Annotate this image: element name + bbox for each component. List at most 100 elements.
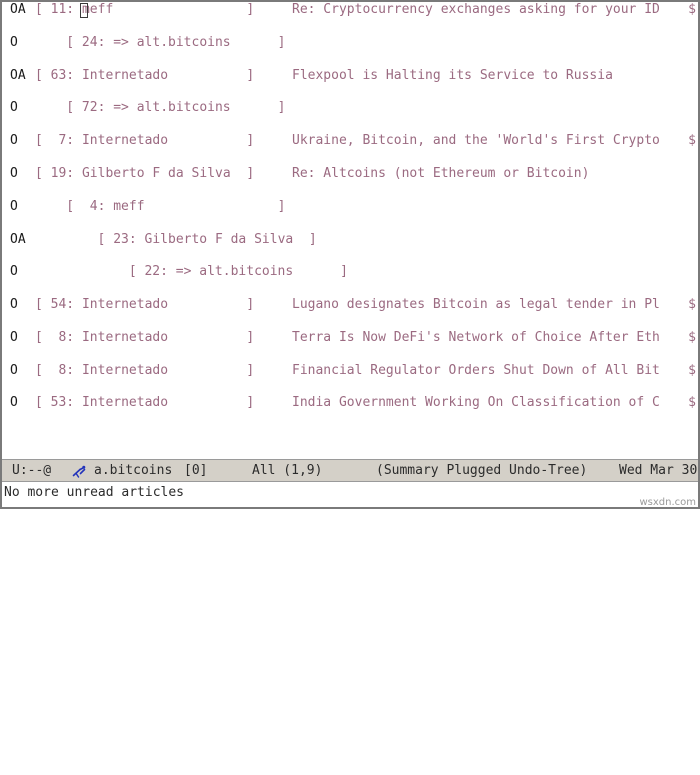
- gnus-icon: [72, 465, 86, 478]
- close-bracket: ]: [246, 165, 255, 181]
- article-author: => alt.bitcoins: [175, 264, 294, 280]
- article-author: Internetado: [81, 362, 169, 378]
- close-bracket: ]: [277, 34, 286, 50]
- author-padding: [293, 264, 340, 279]
- article-number: 19:: [42, 165, 82, 181]
- summary-row[interactable]: O [ 8: Internetado ] Financial Regulator O…: [2, 363, 698, 379]
- article-author: Gilberto F da Silva: [144, 231, 294, 247]
- author-padding: [168, 330, 246, 345]
- summary-row[interactable]: O [ 54: Internetado ] Lugano designates Bi…: [2, 297, 698, 313]
- summary-buffer[interactable]: OA [ 11: meff ] Re: Cryptocurrency exchang…: [2, 2, 698, 458]
- article-author-field: [ 11: meff ]: [35, 2, 254, 18]
- close-bracket: ]: [246, 329, 255, 345]
- author-padding: [113, 2, 246, 17]
- article-number: 4:: [74, 198, 114, 214]
- article-mark: O: [10, 165, 18, 181]
- summary-row[interactable]: O [ 4: meff ]: [2, 199, 698, 215]
- article-subject: Terra Is Now DeFi's Network of Choice Af…: [292, 329, 660, 345]
- close-bracket: ]: [277, 100, 286, 116]
- article-author-field: [ 23: Gilberto F da Silva ]: [98, 232, 317, 248]
- article-mark: O: [10, 264, 18, 280]
- modeline-buffer-name: a.bitcoins: [94, 463, 173, 478]
- article-author-field: [ 24: => alt.bitcoins ]: [66, 35, 285, 51]
- summary-row[interactable]: OA [ 63: Internetado ] Flexpool is Halting…: [2, 68, 698, 84]
- article-number: 11:: [42, 2, 82, 17]
- close-bracket: ]: [246, 67, 255, 83]
- truncation-marker: $: [688, 2, 696, 17]
- article-author: meff: [113, 198, 145, 214]
- article-author-field: [ 19: Gilberto F da Silva ]: [35, 166, 254, 182]
- close-bracket: ]: [246, 133, 255, 149]
- article-number: 54:: [42, 297, 82, 313]
- summary-row[interactable]: OA [ 23: Gilberto F da Silva ]: [2, 232, 698, 248]
- article-author: Internetado: [81, 133, 169, 149]
- summary-row[interactable]: O [ 7: Internetado ] Ukraine, Bitcoin, and…: [2, 133, 698, 149]
- emacs-frame: OA [ 11: meff ] Re: Cryptocurrency exchang…: [0, 0, 700, 509]
- summary-row[interactable]: O [ 72: => alt.bitcoins ]: [2, 100, 698, 116]
- author-padding: [293, 232, 309, 247]
- article-mark: O: [10, 395, 18, 411]
- article-mark: O: [10, 329, 18, 345]
- article-mark: O: [10, 198, 18, 214]
- article-author-field: [ 63: Internetado ]: [35, 68, 254, 84]
- truncation-marker: $: [688, 362, 696, 378]
- modeline-unread-count: [0]: [184, 463, 208, 478]
- article-number: 63:: [42, 67, 82, 83]
- article-author-field: [ 8: Internetado ]: [35, 363, 254, 379]
- author-padding: [168, 133, 246, 148]
- article-mark: OA: [10, 67, 26, 83]
- article-number: 8:: [42, 329, 82, 345]
- article-mark: O: [10, 362, 18, 378]
- article-mark: OA: [10, 231, 26, 247]
- summary-row[interactable]: O [ 19: Gilberto F da Silva ] Re: Altcoins…: [2, 166, 698, 182]
- article-number: 24:: [74, 34, 114, 50]
- close-bracket: ]: [246, 395, 255, 411]
- open-bracket: [: [35, 297, 43, 313]
- close-bracket: ]: [277, 198, 286, 214]
- article-number: 8:: [42, 362, 82, 378]
- article-author: Internetado: [81, 67, 169, 83]
- open-bracket: [: [35, 362, 43, 378]
- article-number: 7:: [42, 133, 82, 149]
- truncation-marker: $: [688, 297, 696, 313]
- close-bracket: ]: [308, 231, 317, 247]
- article-author-field: [ 4: meff ]: [66, 199, 285, 215]
- summary-row[interactable]: O [ 53: Internetado ] India Government Wor…: [2, 395, 698, 411]
- article-author: Internetado: [81, 297, 169, 313]
- truncation-marker: $: [688, 133, 696, 149]
- article-author-field: [ 7: Internetado ]: [35, 133, 254, 149]
- summary-row[interactable]: O [ 22: => alt.bitcoins ]: [2, 264, 698, 280]
- article-author: Gilberto F da Silva: [81, 165, 231, 181]
- article-subject: Lugano designates Bitcoin as legal tende…: [292, 297, 660, 313]
- summary-row[interactable]: O [ 24: => alt.bitcoins ]: [2, 35, 698, 51]
- echo-area-message: No more unread articles: [4, 485, 185, 500]
- open-bracket: [: [35, 133, 43, 149]
- close-bracket: ]: [246, 297, 255, 313]
- author-padding: [231, 166, 247, 181]
- article-author: => alt.bitcoins: [113, 100, 231, 116]
- truncation-marker: $: [688, 329, 696, 345]
- modeline-modes: (Summary Plugged Undo-Tree): [376, 463, 588, 478]
- modeline-date: Wed Mar 30: [619, 463, 698, 478]
- article-subject: Financial Regulator Orders Shut Down of …: [292, 362, 660, 378]
- author-padding: [168, 297, 246, 312]
- article-number: 23:: [105, 231, 145, 247]
- open-bracket: [: [66, 100, 75, 116]
- author-padding: [231, 100, 278, 115]
- article-number: 53:: [42, 395, 82, 411]
- article-subject: Flexpool is Halting its Service to Russi…: [292, 67, 613, 83]
- article-author: Internetado: [81, 329, 169, 345]
- echo-area: No more unread articles: [2, 483, 698, 507]
- close-bracket: ]: [246, 362, 255, 378]
- author-padding: [231, 35, 278, 50]
- open-bracket: [: [35, 67, 43, 83]
- author-padding: [168, 68, 246, 83]
- summary-row[interactable]: OA [ 11: meff ] Re: Cryptocurrency exchang…: [2, 2, 698, 18]
- article-number: 22:: [136, 264, 176, 280]
- summary-row[interactable]: O [ 8: Internetado ] Terra Is Now DeFi's N…: [2, 330, 698, 346]
- modeline-position: All (1,9): [252, 463, 323, 478]
- article-subject: Re: Altcoins (not Ethereum or Bitcoin): [292, 165, 590, 181]
- article-subject: Ukraine, Bitcoin, and the 'World's First…: [292, 133, 660, 149]
- watermark: wsxdn.com: [639, 497, 696, 508]
- article-author-field: [ 53: Internetado ]: [35, 395, 254, 411]
